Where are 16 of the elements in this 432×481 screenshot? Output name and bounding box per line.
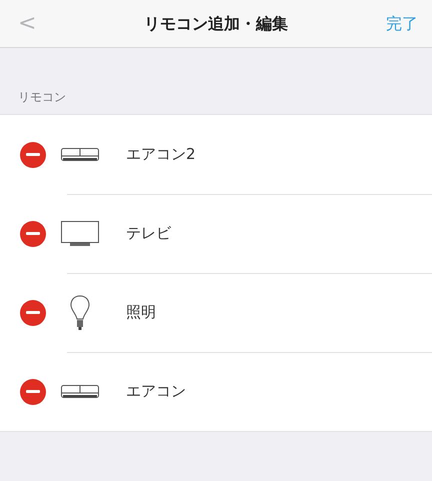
remote-name: エアコン (126, 381, 186, 402)
air-conditioner-icon (61, 384, 99, 398)
delete-button[interactable] (20, 142, 46, 168)
back-button[interactable]: < (12, 12, 42, 34)
section-header: リモコン (18, 90, 66, 104)
remote-name: 照明 (126, 302, 156, 324)
screen-title: リモコン追加・編集 (144, 12, 288, 34)
remote-name: テレビ (126, 223, 171, 244)
delete-button[interactable] (20, 300, 46, 326)
light-bulb-icon (70, 294, 90, 330)
tv-icon (61, 220, 99, 246)
delete-button[interactable] (20, 378, 46, 404)
done-button[interactable]: 完了 (386, 12, 418, 36)
remote-name: エアコン2 (126, 144, 196, 166)
delete-button[interactable] (20, 220, 46, 246)
air-conditioner-icon (61, 148, 99, 162)
